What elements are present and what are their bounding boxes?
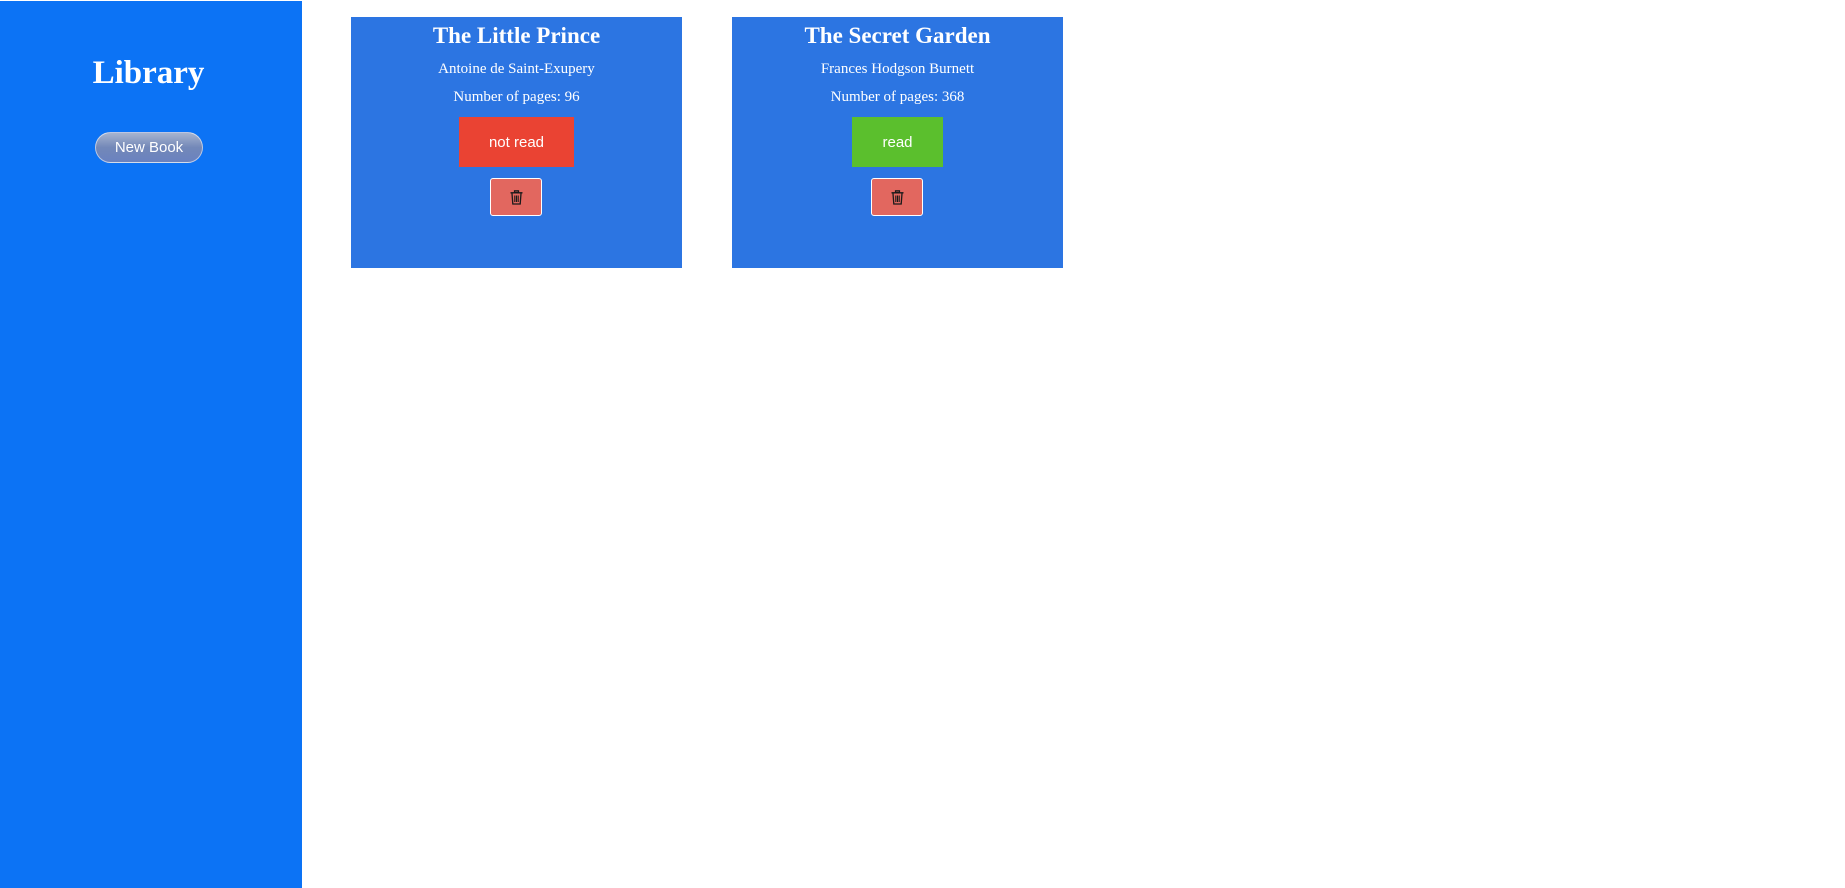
book-title: The Secret Garden (804, 23, 991, 48)
delete-book-button[interactable] (490, 178, 542, 216)
new-book-button[interactable]: New Book (95, 132, 203, 163)
book-author: Frances Hodgson Burnett (820, 61, 975, 77)
trash-icon (510, 189, 522, 205)
book-title: The Little Prince (432, 23, 601, 48)
read-status-toggle[interactable]: not read (459, 117, 574, 167)
book-card: The Secret Garden Frances Hodgson Burnet… (732, 17, 1063, 268)
sidebar: Library New Book (0, 1, 302, 888)
library-app: Library New Book The Little Prince Antoi… (0, 0, 1845, 888)
book-pages: Number of pages: 368 (830, 89, 965, 105)
delete-book-button[interactable] (871, 178, 923, 216)
trash-icon (891, 189, 903, 205)
page-title: Library (92, 55, 205, 91)
book-pages: Number of pages: 96 (453, 89, 580, 105)
read-status-toggle[interactable]: read (852, 117, 943, 167)
book-author: Antoine de Saint-Exupery (438, 61, 595, 77)
book-card: The Little Prince Antoine de Saint-Exupe… (351, 17, 682, 268)
